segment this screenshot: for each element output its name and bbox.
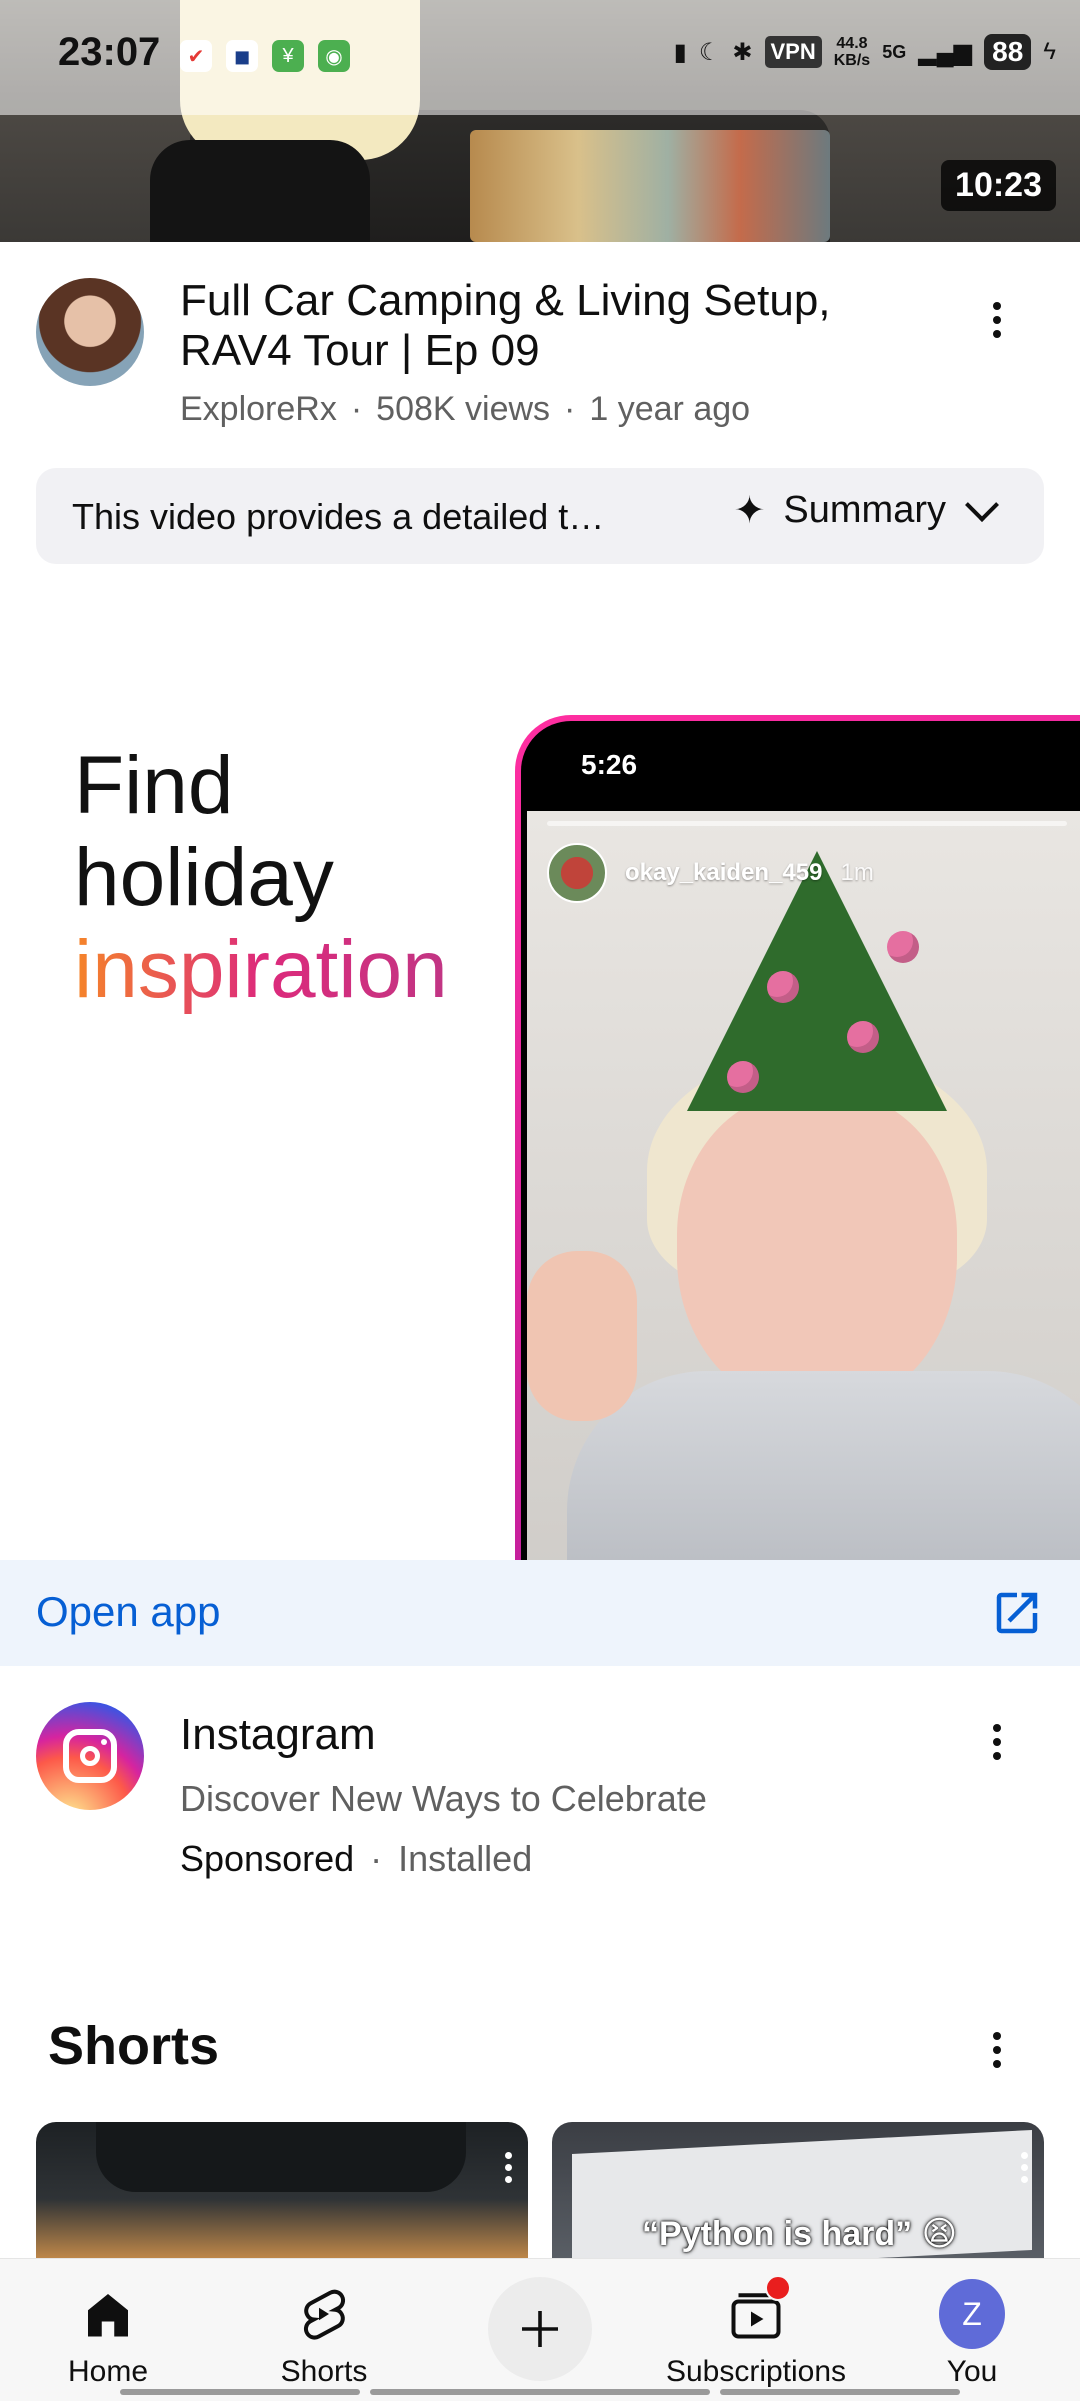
- chevron-down-icon: [965, 487, 999, 522]
- short-more-icon[interactable]: [498, 2152, 518, 2202]
- ad-more-icon[interactable]: [972, 1712, 1022, 1772]
- short-card[interactable]: [36, 2122, 528, 2262]
- ad-description: Discover New Ways to Celebrate: [180, 1778, 707, 1819]
- shorts-more-icon[interactable]: [972, 2020, 1022, 2080]
- view-count: 508K views: [376, 390, 551, 428]
- subscriptions-icon: [723, 2275, 791, 2347]
- phone-mockup: 5:26 okay_kaiden_459 1m: [515, 715, 1080, 1560]
- upload-age: 1 year ago: [589, 390, 751, 428]
- bluetooth-icon: ✱: [732, 38, 753, 66]
- vpn-badge: VPN: [764, 36, 822, 68]
- nav-create[interactable]: [432, 2259, 648, 2401]
- duration-badge: 10:23: [941, 160, 1056, 211]
- short-card[interactable]: “Python is hard” 😫: [552, 2122, 1044, 2262]
- video-more-icon[interactable]: [972, 290, 1022, 350]
- short-caption: “Python is hard” 😫: [642, 2215, 958, 2253]
- ai-summary-bar[interactable]: This video provides a detailed t… ✦ Summ…: [36, 468, 1044, 564]
- user-avatar: Z: [939, 2279, 1005, 2349]
- video-meta: ExploreRx · 508K views · 1 year ago: [180, 390, 751, 428]
- bottom-navigation: Home Shorts Subscriptions Z You: [0, 2258, 1080, 2401]
- story-user: okay_kaiden_459 1m: [547, 843, 874, 903]
- status-time: 23:07: [58, 30, 161, 74]
- story-avatar: [547, 843, 607, 903]
- summary-button[interactable]: ✦ Summary: [733, 487, 999, 533]
- person-legs-image: [150, 140, 370, 242]
- app-notification-icon: ✔: [180, 40, 212, 72]
- open-app-label: Open app: [36, 1588, 221, 1635]
- gesture-bar: [120, 2389, 360, 2395]
- external-link-icon: [996, 1592, 1038, 1634]
- installed-label: Installed: [398, 1838, 533, 1879]
- hotspot-icon: ◉: [318, 40, 350, 72]
- notification-dot: [765, 2275, 791, 2301]
- nav-home[interactable]: Home: [0, 2259, 216, 2401]
- notification-icons: ✔ ◼ ¥ ◉: [180, 40, 350, 72]
- shorts-section-title: Shorts: [48, 2016, 220, 2076]
- system-status-icons: ▮ ☾ ✱ VPN 44.8 KB/s 5G ▂▄▆ 88 ϟ: [674, 34, 1056, 70]
- ad-meta: Sponsored · Installed: [180, 1838, 533, 1879]
- shorts-shelf: “Python is hard” 😫: [36, 2122, 1044, 2262]
- nav-you[interactable]: Z You: [864, 2259, 1080, 2401]
- plus-icon: [522, 2311, 558, 2347]
- story-image: okay_kaiden_459 1m: [527, 811, 1080, 1560]
- create-button[interactable]: [488, 2277, 592, 2381]
- open-app-button[interactable]: Open app: [0, 1560, 1080, 1666]
- battery-level: 88: [984, 34, 1032, 70]
- phone-time: 5:26: [581, 749, 638, 780]
- video-thumbnail[interactable]: 23:07 ✔ ◼ ¥ ◉ ▮ ☾ ✱ VPN 44.8 KB/s 5G ▂▄▆…: [0, 0, 1080, 242]
- sparkle-icon: ✦: [733, 490, 766, 532]
- instagram-logo-icon[interactable]: [36, 1702, 144, 1810]
- summary-text: This video provides a detailed t…: [72, 496, 605, 537]
- nav-subscriptions[interactable]: Subscriptions: [648, 2259, 864, 2401]
- ad-creative[interactable]: Find holiday inspiration 5:26 okay_kaide…: [0, 700, 1080, 1560]
- nav-shorts[interactable]: Shorts: [216, 2259, 432, 2401]
- channel-avatar[interactable]: [36, 278, 144, 386]
- signal-icon: ▂▄▆: [918, 38, 973, 66]
- ad-headline: Find holiday inspiration: [74, 740, 448, 1015]
- network-speed: 44.8 KB/s: [833, 35, 871, 69]
- vibrate-icon: ▮: [673, 38, 687, 66]
- shorts-icon: [291, 2281, 357, 2347]
- charging-icon: ϟ: [1043, 38, 1056, 65]
- cargo-image: [470, 130, 830, 242]
- video-title[interactable]: Full Car Camping & Living Setup, RAV4 To…: [180, 276, 940, 376]
- gesture-bar: [370, 2389, 710, 2395]
- short-more-icon[interactable]: [1014, 2152, 1034, 2202]
- summary-label: Summary: [783, 489, 946, 531]
- gesture-bar: [720, 2389, 960, 2395]
- channel-name: ExploreRx: [180, 390, 337, 428]
- moon-icon: ☾: [698, 38, 721, 66]
- network-type: 5G: [882, 41, 907, 62]
- app-notification-icon: ◼: [226, 40, 258, 72]
- home-icon: [75, 2281, 141, 2347]
- app-notification-icon: ¥: [272, 40, 304, 72]
- sponsored-label: Sponsored: [180, 1838, 355, 1879]
- advertiser-name[interactable]: Instagram: [180, 1710, 376, 1760]
- story-progress: [547, 821, 1067, 826]
